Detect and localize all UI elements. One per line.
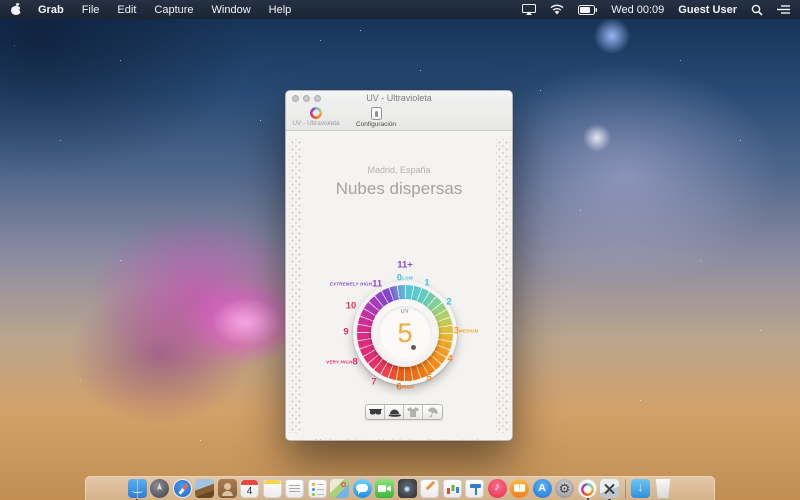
- window-toolbar: UV - Ultravioleta Configuración: [286, 105, 512, 131]
- menu-edit[interactable]: Edit: [117, 4, 136, 16]
- umbrella-button[interactable]: [423, 405, 442, 419]
- window-titlebar[interactable]: UV - Ultravioleta: [286, 91, 512, 105]
- dock-reminders-icon[interactable]: [308, 479, 327, 498]
- dock-downloads-icon[interactable]: ↓: [631, 479, 650, 498]
- gauge-label-11plus: 11+: [397, 260, 413, 271]
- toolbar-tab-settings[interactable]: Configuración: [348, 107, 404, 128]
- uv-app-window: UV - Ultravioleta UV - Ultravioleta Conf…: [285, 90, 513, 441]
- dock-uv-app-icon[interactable]: [578, 479, 597, 498]
- umbrella-icon: [427, 407, 438, 418]
- spotlight-search-icon[interactable]: [751, 4, 763, 16]
- gauge-label-2: 2: [446, 297, 451, 308]
- dock-ibooks-icon[interactable]: [510, 479, 529, 498]
- dock-separator: [625, 479, 626, 499]
- dock-safari-icon[interactable]: [173, 479, 192, 498]
- dock-textedit-icon[interactable]: [285, 479, 304, 498]
- gauge-label-9: 9: [343, 327, 348, 338]
- condition-label: Nubes dispersas: [286, 179, 512, 199]
- uv-ring-icon: [310, 107, 322, 119]
- gauge-knob[interactable]: UV 5: [371, 299, 439, 367]
- dock-trash-icon[interactable]: [654, 479, 673, 498]
- gauge-indicator-dot: [411, 345, 416, 350]
- uv-description: Moderada intensidad de la radiación sola…: [300, 437, 498, 441]
- menu-grab[interactable]: Grab: [38, 4, 64, 16]
- dock-finder-icon[interactable]: [128, 479, 147, 498]
- close-button[interactable]: [292, 95, 299, 102]
- dock-launchpad-icon[interactable]: [150, 479, 169, 498]
- dock-system-preferences-icon[interactable]: ⚙: [555, 479, 574, 498]
- menubar-clock[interactable]: Wed 00:09: [611, 4, 664, 16]
- dock-contacts-icon[interactable]: [218, 479, 237, 498]
- dock-pages-icon[interactable]: [420, 479, 439, 498]
- dock-numbers-icon[interactable]: [443, 479, 462, 498]
- dock-keynote-icon[interactable]: [465, 479, 484, 498]
- window-content: Madrid, España Nubes dispersas UV 5 11+ …: [286, 131, 512, 441]
- menubar-user[interactable]: Guest User: [678, 4, 737, 16]
- dock-messages-icon[interactable]: [353, 479, 372, 498]
- dock-itunes-icon[interactable]: ♪: [488, 479, 507, 498]
- minimize-button[interactable]: [303, 95, 310, 102]
- zoom-button[interactable]: [314, 95, 321, 102]
- battery-icon[interactable]: [578, 5, 597, 15]
- location-label: Madrid, España: [286, 165, 512, 175]
- dock-notes-icon[interactable]: [263, 479, 282, 498]
- uv-gauge: UV 5 11+ 0LOW 1 2 3MEDIUM 4 5 6HIGH 7 VE…: [320, 248, 490, 418]
- gauge-label-8-very-high: VERY HIGH8: [326, 357, 358, 368]
- tshirt-icon: [407, 407, 419, 417]
- dock-grab-icon[interactable]: [600, 479, 619, 498]
- menu-file[interactable]: File: [82, 4, 100, 16]
- dock: 4 ♪ A ⚙ ↓: [85, 476, 715, 500]
- toolbar-tab-settings-label: Configuración: [356, 121, 396, 128]
- dock-maps-icon[interactable]: [330, 479, 349, 498]
- dock-calendar-icon[interactable]: 4: [240, 479, 259, 498]
- protection-segmented-control: [365, 404, 443, 420]
- toolbar-tab-uv-label: UV - Ultravioleta: [292, 120, 339, 127]
- menu-window[interactable]: Window: [212, 4, 251, 16]
- settings-icon: [371, 107, 382, 120]
- toolbar-tab-uv[interactable]: UV - Ultravioleta: [288, 107, 344, 127]
- cap-button[interactable]: [385, 405, 404, 419]
- uv-value: 5: [378, 318, 432, 349]
- gauge-label-0-low: 0LOW: [397, 273, 413, 284]
- menu-bar: Grab File Edit Capture Window Help Wed 0…: [0, 0, 800, 19]
- airplay-icon[interactable]: [522, 4, 536, 15]
- gauge-label-11-extremely-high: EXTREMELY HIGH11: [330, 279, 382, 290]
- gauge-label-1: 1: [424, 278, 429, 289]
- window-title: UV - Ultravioleta: [366, 93, 432, 103]
- dock-app-store-icon[interactable]: A: [533, 479, 552, 498]
- gauge-label-5: 5: [426, 373, 431, 384]
- dock-photo-booth-icon[interactable]: [398, 479, 417, 498]
- sunglasses-icon: [369, 408, 382, 416]
- gauge-label-7: 7: [371, 377, 376, 388]
- wifi-icon[interactable]: [550, 4, 564, 15]
- gauge-label-4: 4: [447, 354, 452, 365]
- gauge-label-6-high: 6HIGH: [396, 382, 413, 393]
- sunglasses-button[interactable]: [366, 405, 385, 419]
- gauge-unit-label: UV: [378, 309, 432, 315]
- notification-center-icon[interactable]: [777, 4, 790, 15]
- gauge-label-10: 10: [346, 301, 357, 312]
- menu-capture[interactable]: Capture: [154, 4, 193, 16]
- dock-photos-icon[interactable]: [195, 479, 214, 498]
- cap-icon: [388, 408, 401, 417]
- tshirt-button[interactable]: [404, 405, 423, 419]
- gauge-label-3-medium: 3MEDIUM: [454, 326, 479, 337]
- menu-help[interactable]: Help: [269, 4, 292, 16]
- apple-menu-icon[interactable]: [10, 3, 22, 16]
- dock-facetime-icon[interactable]: [375, 479, 394, 498]
